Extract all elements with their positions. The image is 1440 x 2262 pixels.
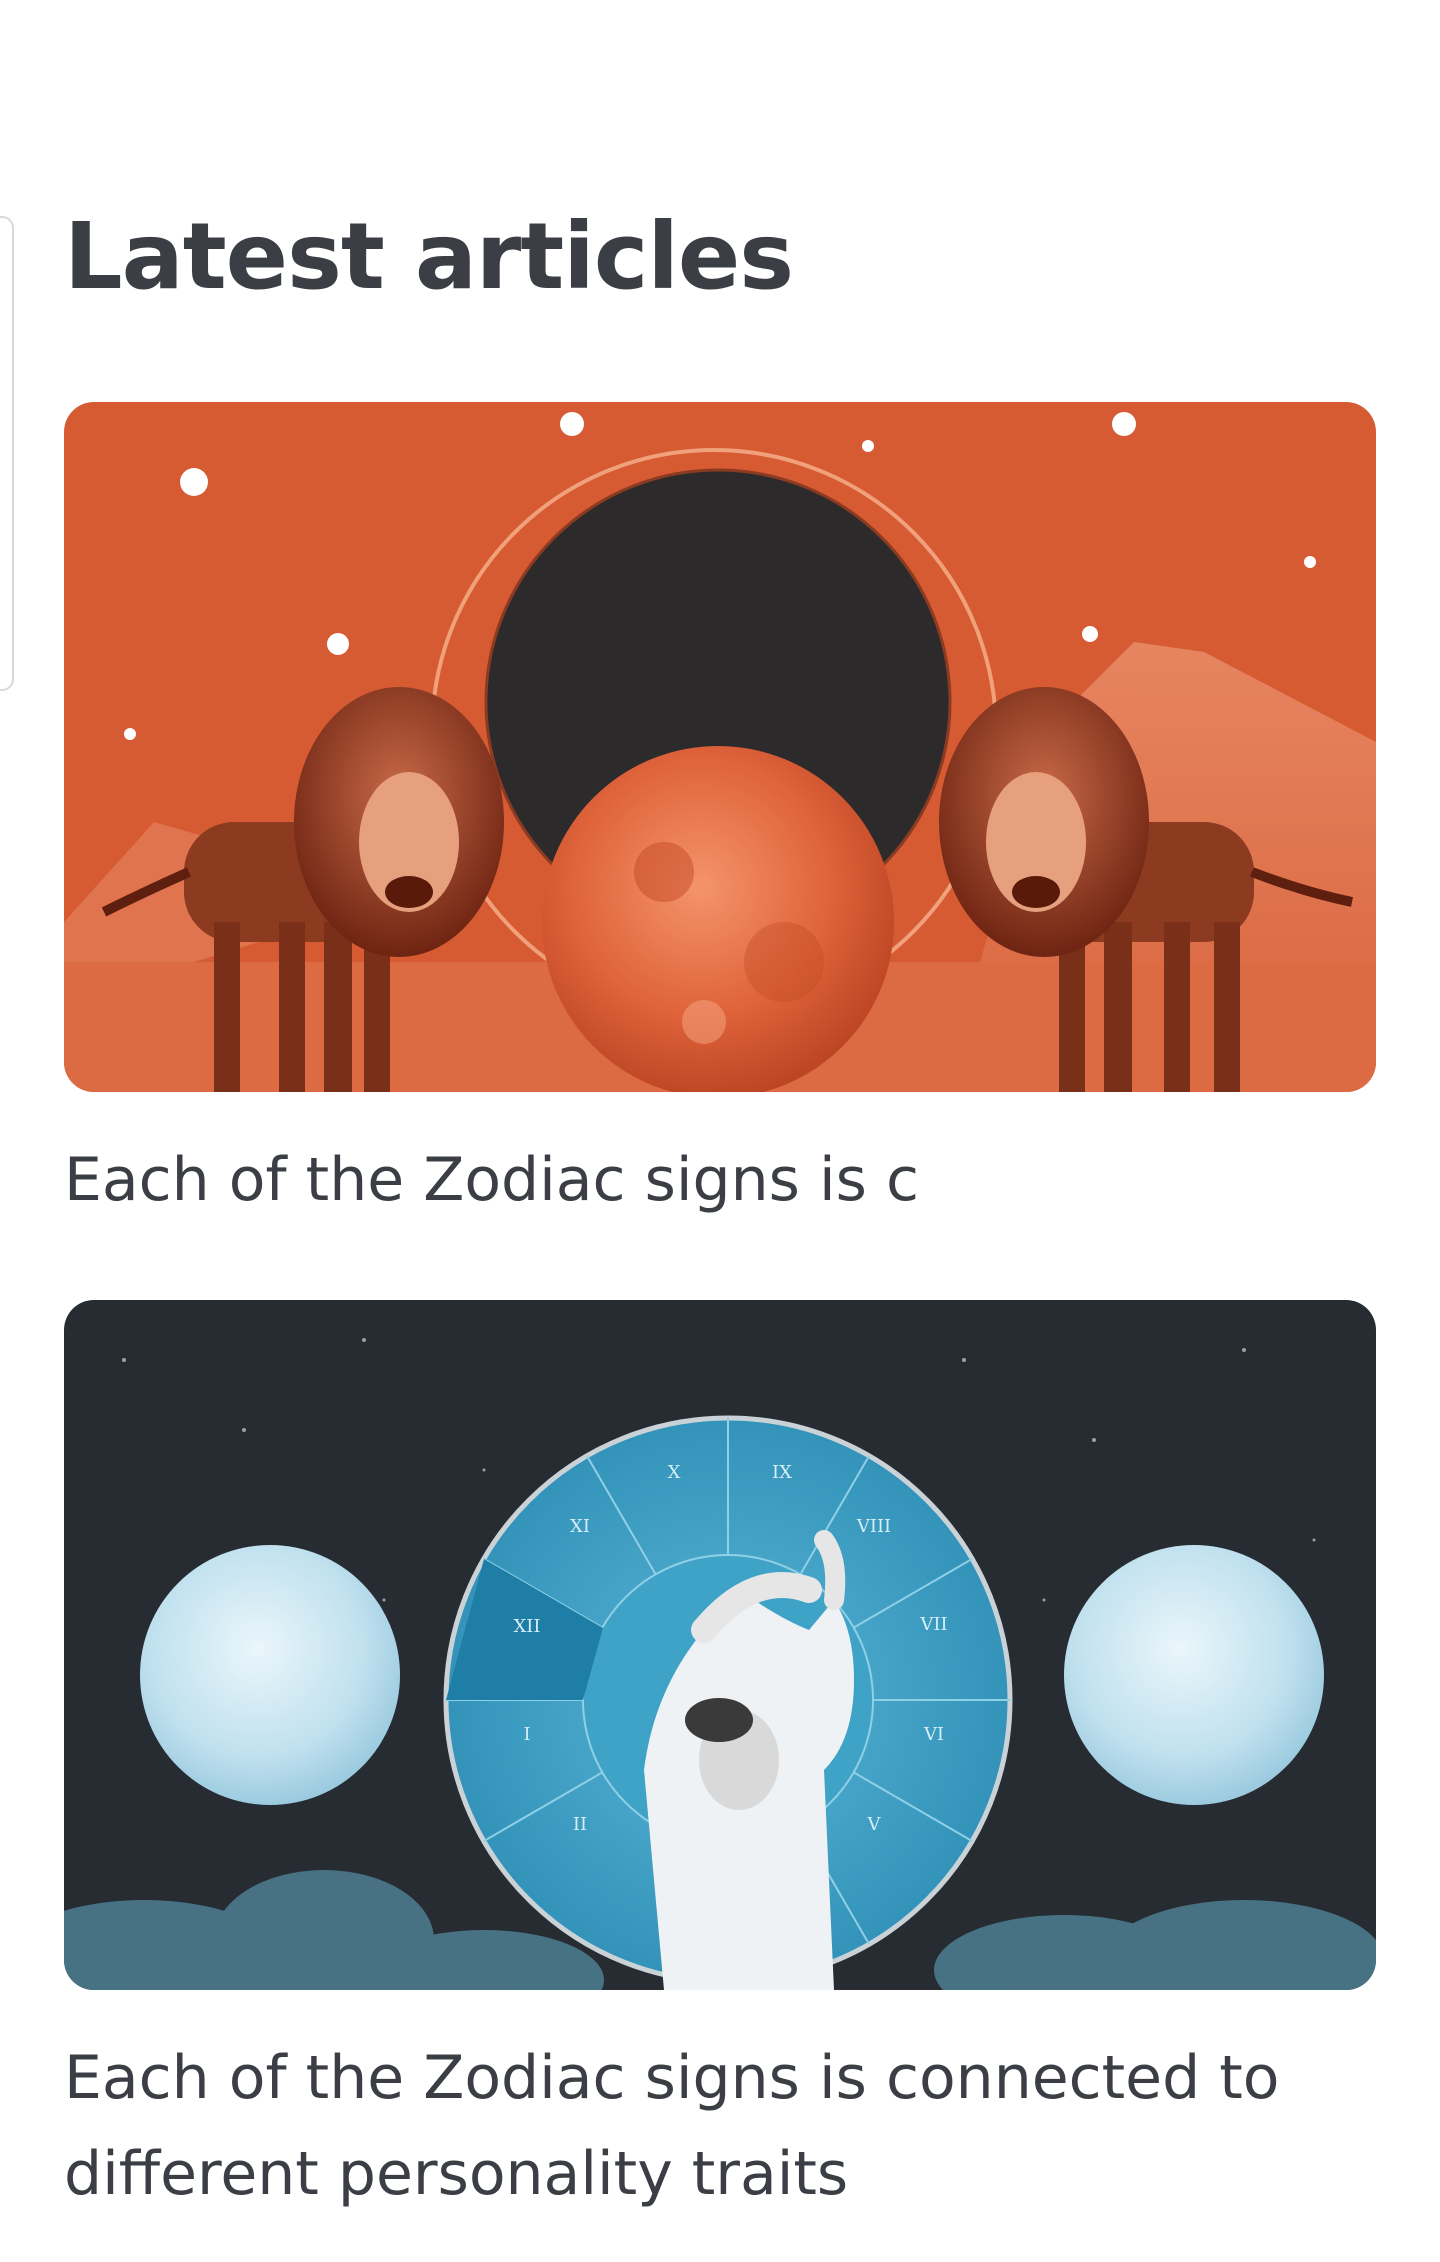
wheel-numeral: VIII xyxy=(856,1516,891,1537)
wheel-numeral: IX xyxy=(772,1462,792,1483)
wheel-numeral: XI xyxy=(570,1516,590,1537)
wheel-numeral: XII xyxy=(513,1616,540,1637)
article-excerpt[interactable]: Each of the Zodiac signs is connected to… xyxy=(64,2030,1376,2222)
article-image[interactable] xyxy=(64,402,1376,1092)
article-image[interactable]: X IX VIII VII VI V XI XII I II xyxy=(64,1300,1376,1990)
wheel-numeral: II xyxy=(573,1814,587,1835)
page-title: Latest articles xyxy=(64,203,794,310)
wheel-numeral: VII xyxy=(919,1614,947,1635)
wheel-numeral: V xyxy=(867,1814,882,1835)
wheel-numeral: X xyxy=(668,1462,681,1483)
side-drawer-handle[interactable] xyxy=(0,216,14,691)
article-card[interactable]: Each of the Zodiac signs is c xyxy=(64,402,1376,1228)
article-card[interactable]: X IX VIII VII VI V XI XII I II Each of t… xyxy=(64,1300,1376,2222)
article-excerpt[interactable]: Each of the Zodiac signs is c xyxy=(64,1132,1376,1228)
wheel-numeral: I xyxy=(523,1724,530,1745)
wheel-numeral: VI xyxy=(923,1724,944,1745)
